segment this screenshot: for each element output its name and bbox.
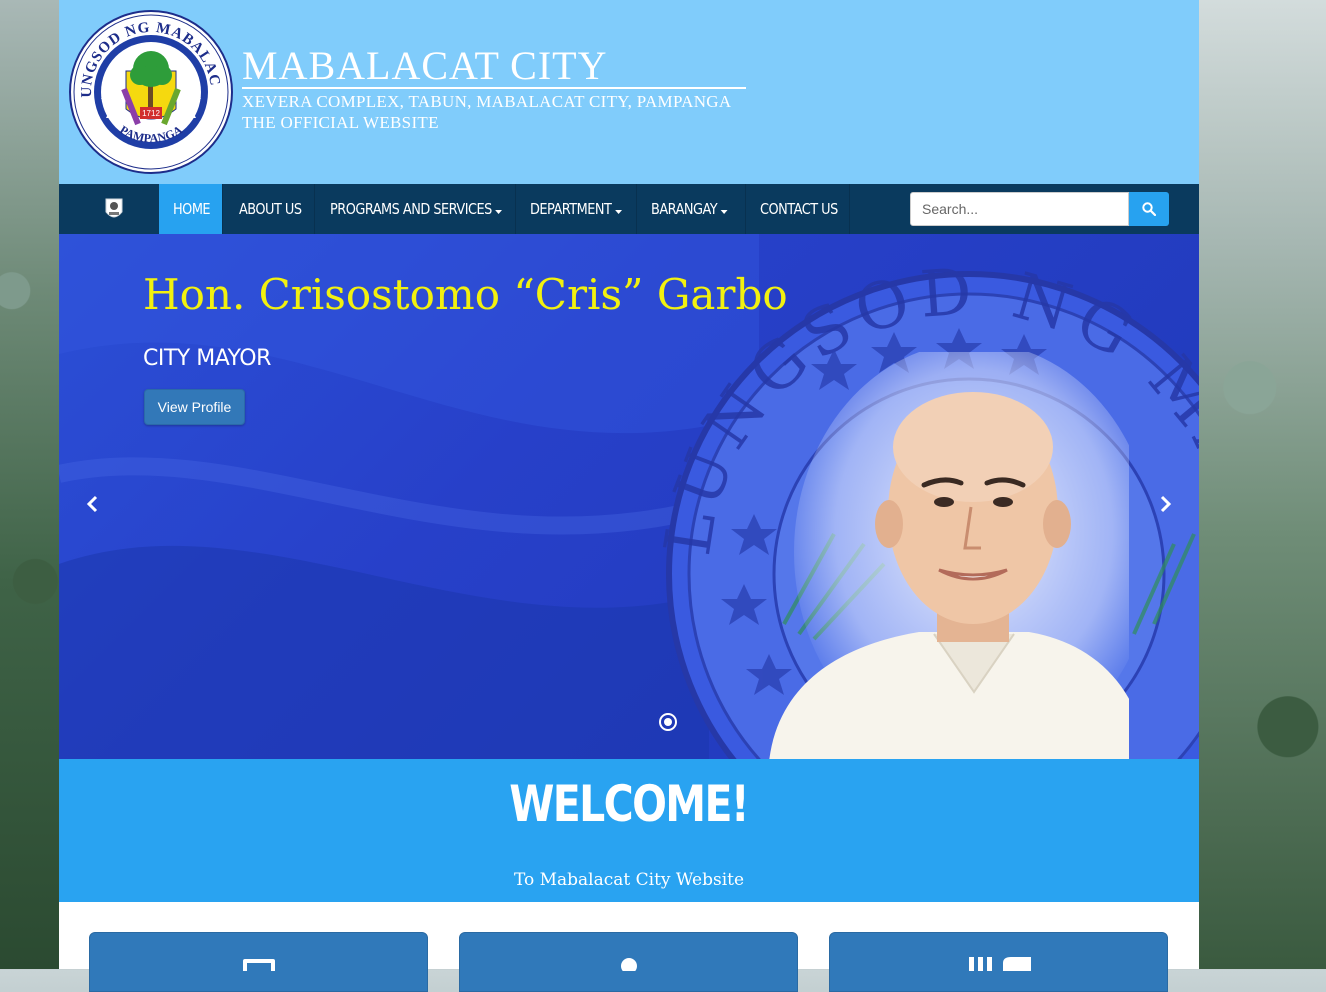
search-icon: [1142, 202, 1156, 216]
chevron-down-icon: [720, 210, 728, 214]
carousel-prev-icon[interactable]: [83, 492, 103, 516]
nav-barangay[interactable]: BARANGAY: [637, 184, 746, 234]
service-card-1[interactable]: [89, 932, 428, 992]
hero-carousel: LUNGSOD NG MABAL: [59, 234, 1199, 759]
search-input[interactable]: [910, 192, 1129, 226]
background-forest-left: [0, 0, 59, 969]
search-button[interactable]: [1129, 192, 1169, 226]
nav-programs-label: PROGRAMS AND SERVICES: [330, 200, 503, 218]
city-seal-logo[interactable]: LUNGSOD NG MABALACAT PAMPANGA 1712: [68, 9, 234, 175]
nav-department[interactable]: DEPARTMENT: [516, 184, 637, 234]
ph-seal-icon[interactable]: [99, 194, 129, 224]
nav-about-us[interactable]: ABOUT US: [223, 184, 315, 234]
nav-about-label: ABOUT US: [239, 200, 302, 218]
welcome-title: WELCOME!: [509, 775, 750, 833]
mayor-portrait: [769, 352, 1129, 759]
view-profile-button[interactable]: View Profile: [144, 389, 245, 425]
nav-home[interactable]: HOME: [159, 184, 223, 234]
nav-home-label: HOME: [173, 200, 211, 218]
hero-mayor-name: Hon. Crisostomo “Cris” Garbo: [143, 270, 788, 319]
site-address: XEVERA COMPLEX, TABUN, MABALACAT CITY, P…: [242, 92, 732, 111]
chevron-down-icon: [495, 210, 503, 214]
nav-department-label: DEPARTMENT: [530, 200, 622, 218]
page-container: LUNGSOD NG MABALACAT PAMPANGA 1712 MABAL…: [59, 0, 1199, 992]
nav-contact-us[interactable]: CONTACT US: [746, 184, 850, 234]
title-divider: [242, 87, 746, 89]
seal-year: 1712: [142, 109, 160, 118]
carousel-next-icon[interactable]: [1155, 492, 1175, 516]
carousel-indicator[interactable]: [659, 713, 677, 731]
site-title: MABALACAT CITY: [242, 43, 608, 88]
chevron-down-icon: [614, 210, 622, 214]
welcome-section: WELCOME! To Mabalacat City Website: [59, 759, 1199, 902]
service-card-3[interactable]: [829, 932, 1168, 992]
background-forest-right: [1199, 0, 1326, 969]
site-tagline: THE OFFICIAL WEBSITE: [242, 113, 439, 132]
nav-barangay-label: BARANGAY: [651, 200, 728, 218]
nav-programs-and-services[interactable]: PROGRAMS AND SERVICES: [315, 184, 516, 234]
service-card-2[interactable]: [459, 932, 798, 992]
nav-contact-label: CONTACT US: [760, 200, 838, 218]
main-navigation: HOME ABOUT US PROGRAMS AND SERVICES DEPA…: [59, 184, 1199, 234]
hero-mayor-role: CITY MAYOR: [143, 346, 271, 371]
welcome-subtitle: To Mabalacat City Website: [513, 870, 745, 890]
site-header: LUNGSOD NG MABALACAT PAMPANGA 1712 MABAL…: [59, 0, 1199, 184]
